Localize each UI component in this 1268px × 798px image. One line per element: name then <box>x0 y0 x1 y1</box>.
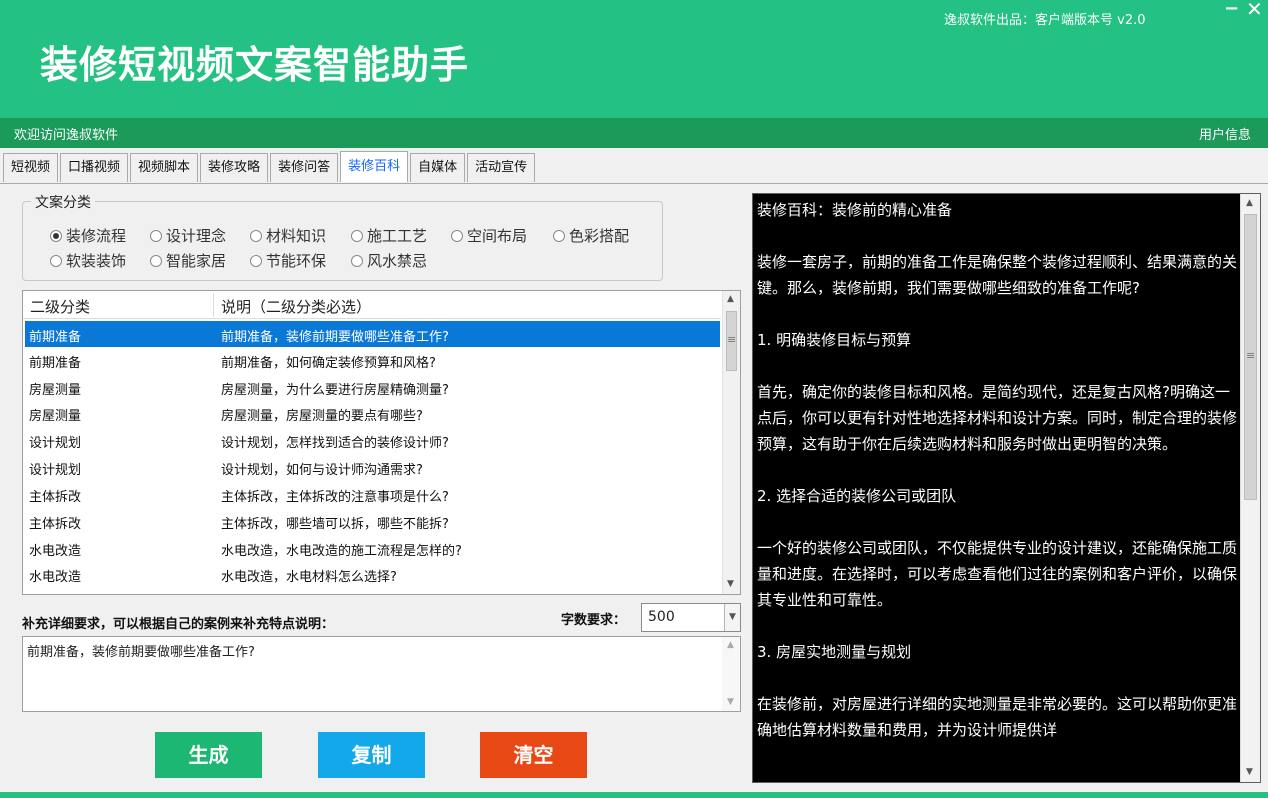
output-panel[interactable]: 装修百科：装修前的精心准备 装修一套房子，前期的准备工作是确保整个装修过程顺利、… <box>752 193 1261 783</box>
word-count-field[interactable]: 500 ▼ <box>641 603 741 632</box>
category-group-title: 文案分类 <box>31 192 95 212</box>
radio-option-layout[interactable]: 空间布局 <box>451 225 527 246</box>
welcome-link[interactable]: 欢迎访问逸叔软件 <box>14 124 118 143</box>
radio-dot-icon <box>150 230 162 242</box>
scroll-up-icon[interactable]: ▲ <box>727 294 734 304</box>
table-row[interactable]: 水电改造 水电改造，水电改造的施工流程是怎样的? <box>25 535 720 561</box>
radio-dot-icon <box>351 230 363 242</box>
supplement-textarea[interactable]: 前期准备，装修前期要做哪些准备工作? ▲ ▼ <box>22 636 741 712</box>
list-header-divider <box>213 293 214 317</box>
radio-dot-icon <box>351 255 363 267</box>
radio-option-process[interactable]: 装修流程 <box>50 225 126 246</box>
output-text[interactable]: 装修百科：装修前的精心准备 装修一套房子，前期的准备工作是确保整个装修过程顺利、… <box>757 197 1240 743</box>
radio-option-smart-home[interactable]: 智能家居 <box>150 250 226 271</box>
list-scrollbar[interactable]: ▲ ≡ ▼ <box>722 291 740 594</box>
word-count-label: 字数要求： <box>561 613 627 628</box>
table-row[interactable]: 水电改造 水电改造，水电材料怎么选择? <box>25 561 720 587</box>
list-header-category[interactable]: 二级分类 <box>30 296 90 317</box>
radio-option-fengshui[interactable]: 风水禁忌 <box>351 250 427 271</box>
radio-option-soft-decor[interactable]: 软装装饰 <box>50 250 126 271</box>
word-count-spinner[interactable]: ▼ <box>724 604 740 631</box>
list-header: 二级分类 说明（二级分类必选） <box>23 291 721 319</box>
radio-dot-icon <box>50 230 62 242</box>
radio-option-colors[interactable]: 色彩搭配 <box>553 225 629 246</box>
radio-option-materials[interactable]: 材料知识 <box>250 225 326 246</box>
tab-divider <box>0 183 1268 184</box>
table-row[interactable]: 主体拆改 主体拆改，主体拆改的注意事项是什么? <box>25 481 720 507</box>
grip-icon: ≡ <box>1246 349 1256 362</box>
table-row[interactable]: 房屋测量 房屋测量，房屋测量的要点有哪些? <box>25 400 720 426</box>
radio-option-craft[interactable]: 施工工艺 <box>351 225 427 246</box>
tab-video-script[interactable]: 视频脚本 <box>130 153 199 182</box>
supplement-text[interactable]: 前期准备，装修前期要做哪些准备工作? <box>27 641 255 660</box>
scroll-down-icon[interactable]: ▼ <box>727 697 734 707</box>
version-label: 逸叔软件出品：客户端版本号 v2.0 <box>944 13 1146 28</box>
welcome-bar: 欢迎访问逸叔软件 用户信息 <box>0 118 1268 148</box>
table-row[interactable]: 设计规划 设计规划，如何与设计师沟通需求? <box>25 454 720 480</box>
radio-option-eco[interactable]: 节能环保 <box>250 250 326 271</box>
user-info-link[interactable]: 用户信息 <box>1199 124 1251 143</box>
tab-short-video[interactable]: 短视频 <box>3 153 59 182</box>
scroll-up-icon[interactable]: ▲ <box>727 640 734 650</box>
table-row[interactable]: 前期准备 前期准备，装修前期要做哪些准备工作? <box>25 321 720 347</box>
tab-self-media[interactable]: 自媒体 <box>410 153 466 182</box>
close-icon[interactable]: ✕ <box>1246 0 1263 21</box>
table-row[interactable]: 设计规划 设计规划，怎样找到适合的装修设计师? <box>25 427 720 453</box>
radio-dot-icon <box>150 255 162 267</box>
scroll-down-icon[interactable]: ▼ <box>1246 767 1253 777</box>
supplement-scrollbar[interactable]: ▲ ▼ <box>722 637 740 711</box>
footer-bar <box>0 792 1268 798</box>
output-scrollbar[interactable]: ▲ ≡ ▼ <box>1240 194 1260 782</box>
category-group: 文案分类 装修流程 设计理念 材料知识 施工工艺 空间布局 色彩搭配 软装装饰 … <box>22 192 663 281</box>
tab-guide[interactable]: 装修攻略 <box>200 153 269 182</box>
table-row[interactable]: 主体拆改 主体拆改，哪些墙可以拆，哪些不能拆? <box>25 508 720 534</box>
app-title: 装修短视频文案智能助手 <box>40 43 470 87</box>
radio-option-design[interactable]: 设计理念 <box>150 225 226 246</box>
copy-button[interactable]: 复制 <box>318 732 425 778</box>
scroll-up-icon[interactable]: ▲ <box>1246 198 1253 208</box>
list-header-description[interactable]: 说明（二级分类必选） <box>221 296 371 317</box>
radio-dot-icon <box>553 230 565 242</box>
radio-dot-icon <box>250 230 262 242</box>
table-row[interactable]: 前期准备 前期准备，如何确定装修预算和风格? <box>25 347 720 373</box>
table-row[interactable]: 房屋测量 房屋测量，为什么要进行房屋精确测量? <box>25 374 720 400</box>
dropdown-arrow-icon[interactable]: ▼ <box>729 612 736 622</box>
radio-dot-icon <box>451 230 463 242</box>
tab-encyclopedia[interactable]: 装修百科 <box>340 151 409 182</box>
app-header: 装修短视频文案智能助手 逸叔软件出品：客户端版本号 v2.0 − ✕ <box>0 0 1268 118</box>
word-count-value[interactable]: 500 <box>648 609 675 625</box>
scroll-down-icon[interactable]: ▼ <box>727 579 734 589</box>
radio-dot-icon <box>50 255 62 267</box>
minimize-icon[interactable]: − <box>1224 0 1239 19</box>
tab-qa[interactable]: 装修问答 <box>270 153 339 182</box>
clear-button[interactable]: 清空 <box>480 732 587 778</box>
tab-talk-video[interactable]: 口播视频 <box>60 153 129 182</box>
generate-button[interactable]: 生成 <box>155 732 262 778</box>
tab-promotion[interactable]: 活动宣传 <box>467 153 536 182</box>
subcategory-list[interactable]: 二级分类 说明（二级分类必选） 前期准备 前期准备，装修前期要做哪些准备工作? 前… <box>22 290 741 595</box>
tab-bar: 短视频 口播视频 视频脚本 装修攻略 装修问答 装修百科 自媒体 活动宣传 <box>3 151 537 183</box>
radio-dot-icon <box>250 255 262 267</box>
grip-icon: ≡ <box>727 333 737 346</box>
supplement-label: 补充详细要求，可以根据自己的案例来补充特点说明： <box>22 617 335 632</box>
